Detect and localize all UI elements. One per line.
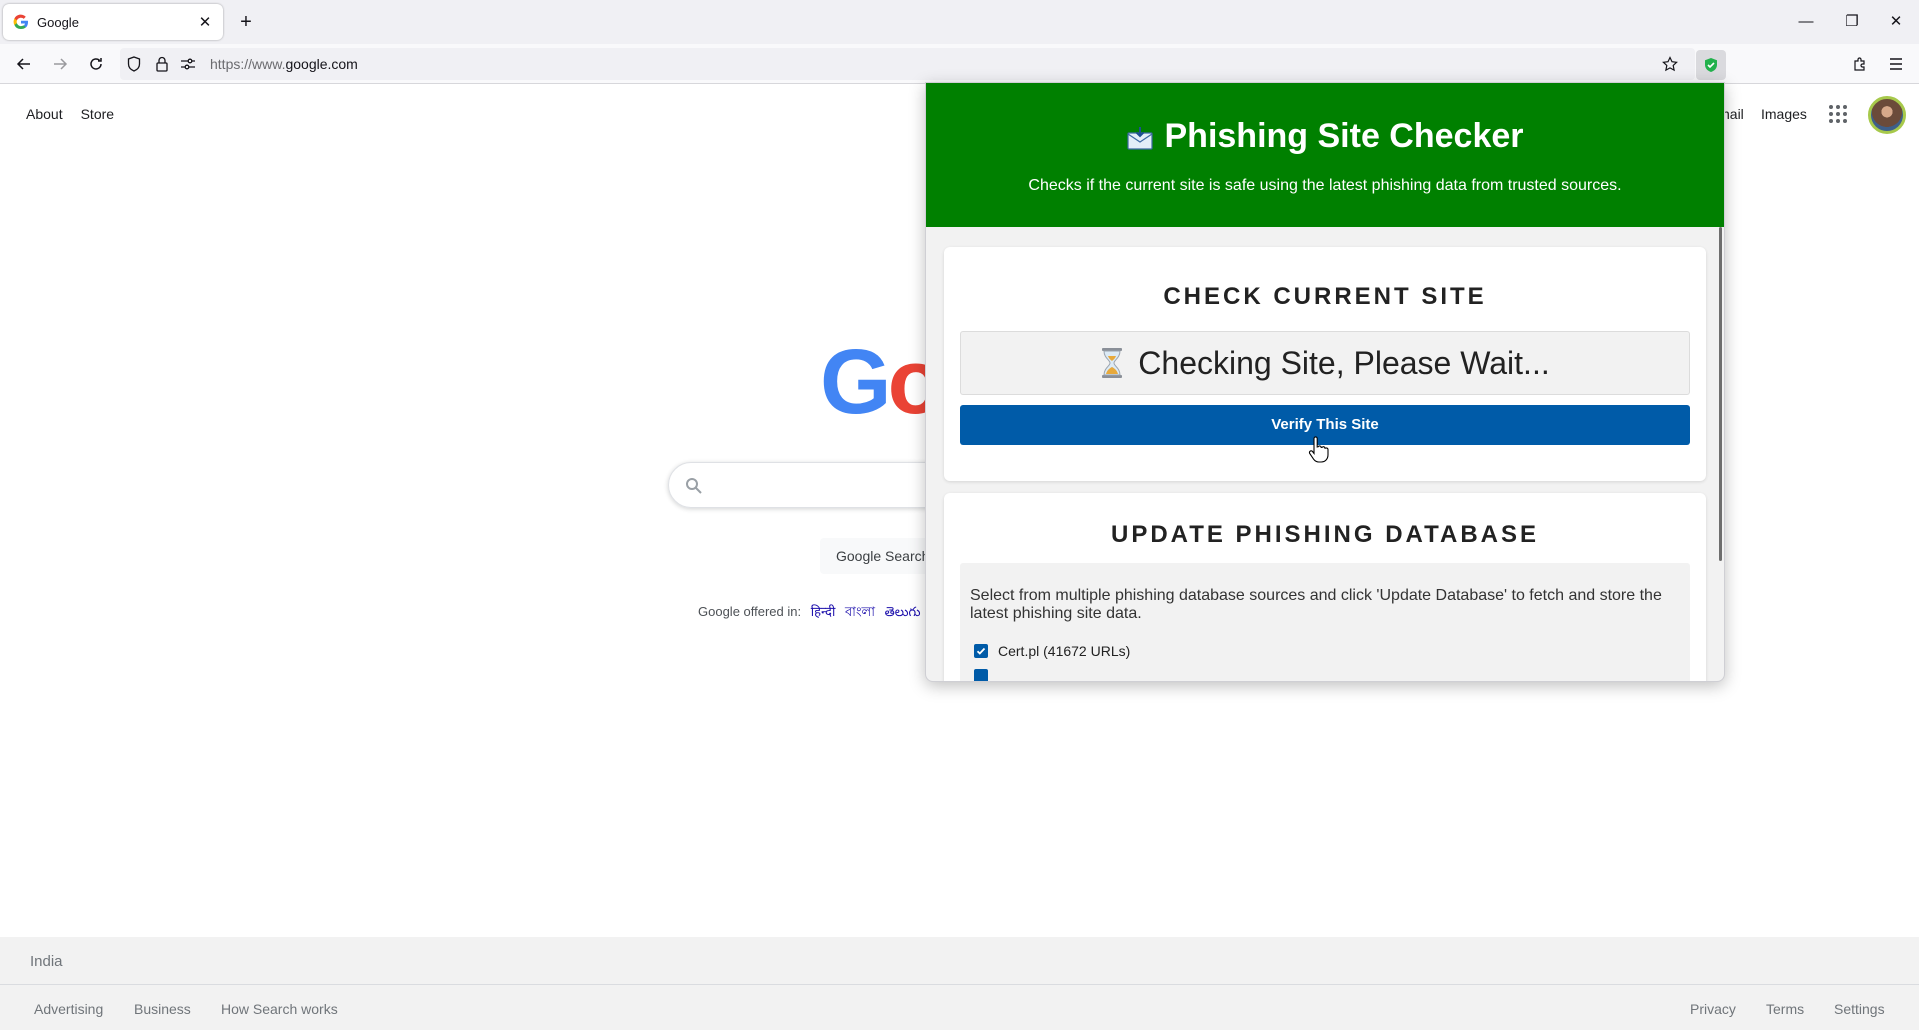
source-option-certpl[interactable]: Cert.pl (41672 URLs) [974,643,1130,659]
check-site-heading: CHECK CURRENT SITE [1163,283,1487,310]
tab-close-icon[interactable]: ✕ [195,13,215,31]
back-icon[interactable] [10,50,38,78]
search-icon [686,478,702,494]
lock-icon[interactable] [152,54,172,74]
footer-country: India [30,953,63,970]
tab-google[interactable]: Google ✕ [3,4,223,40]
navigation-bar: https://www.google.com [0,44,1919,84]
update-database-card: UPDATE PHISHING DATABASE Select from mul… [944,493,1706,681]
footer-terms-link[interactable]: Terms [1766,1001,1804,1017]
app-menu-icon[interactable] [1882,50,1910,78]
popup-subtitle: Checks if the current site is safe using… [1028,177,1622,194]
update-database-heading: UPDATE PHISHING DATABASE [1110,521,1539,548]
url-bar[interactable]: https://www.google.com [120,48,1695,80]
update-info-box: Select from multiple phishing database s… [960,563,1690,681]
new-tab-button[interactable]: + [232,8,260,36]
store-link[interactable]: Store [81,106,114,122]
offered-in-label: Google offered in: [698,604,802,619]
google-offered-in: Google offered in: हिन्दी বাংলা తెలుగు [698,602,921,624]
language-link-telugu[interactable]: తెలుగు [885,604,921,619]
close-window-icon[interactable]: ✕ [1874,8,1918,36]
popup-scrollbar[interactable] [1719,227,1722,561]
footer-how-search-works-link[interactable]: How Search works [221,1001,338,1017]
envelope-icon [1126,127,1153,150]
google-logo: Go [820,331,944,433]
source-checkbox-partial[interactable] [974,669,988,681]
hourglass-icon [1102,348,1123,378]
source-label: Cert.pl (41672 URLs) [998,643,1131,659]
footer-privacy-link[interactable]: Privacy [1690,1001,1736,1017]
google-apps-grid-icon[interactable] [1828,104,1848,124]
footer-country-bar: India [0,937,1919,985]
shield-icon[interactable] [124,54,144,74]
gmail-link[interactable]: nail [1722,106,1744,122]
footer-business-link[interactable]: Business [134,1001,191,1017]
bookmark-star-icon[interactable] [1660,54,1680,74]
permissions-icon[interactable] [178,54,198,74]
footer-links-bar: Advertising Business How Search works Pr… [0,985,1919,1030]
tab-title: Google [37,14,79,30]
google-favicon-icon [13,14,28,30]
language-link-hindi[interactable]: हिन्दी [811,604,836,619]
footer-settings-link[interactable]: Settings [1834,1001,1885,1017]
phishing-extension-shield-icon[interactable] [1696,50,1726,80]
hand-cursor-icon [1308,436,1329,463]
google-top-left-links: About Store [26,106,114,122]
forward-icon[interactable] [46,50,74,78]
reload-icon[interactable] [82,50,110,78]
source-checkbox[interactable] [974,644,988,658]
phishing-checker-popup: Phishing Site Checker Checks if the curr… [925,82,1725,682]
about-link[interactable]: About [26,106,63,122]
url-text: https://www.google.com [210,56,358,72]
restore-icon[interactable]: ❐ [1830,8,1874,36]
popup-header: Phishing Site Checker Checks if the curr… [926,83,1724,227]
language-link-bengali[interactable]: বাংলা [845,604,875,619]
minimize-icon[interactable]: — [1784,8,1828,36]
account-avatar[interactable] [1868,96,1906,134]
footer-advertising-link[interactable]: Advertising [34,1001,103,1017]
popup-title: Phishing Site Checker [926,117,1724,156]
status-text: Checking Site, Please Wait... [1138,344,1550,381]
update-info-text: Select from multiple phishing database s… [970,587,1662,622]
tab-bar: Google ✕ + — ❐ ✕ [0,0,1919,44]
extensions-puzzle-icon[interactable] [1846,50,1874,78]
status-box: Checking Site, Please Wait... [960,331,1690,395]
images-link[interactable]: Images [1761,106,1807,122]
